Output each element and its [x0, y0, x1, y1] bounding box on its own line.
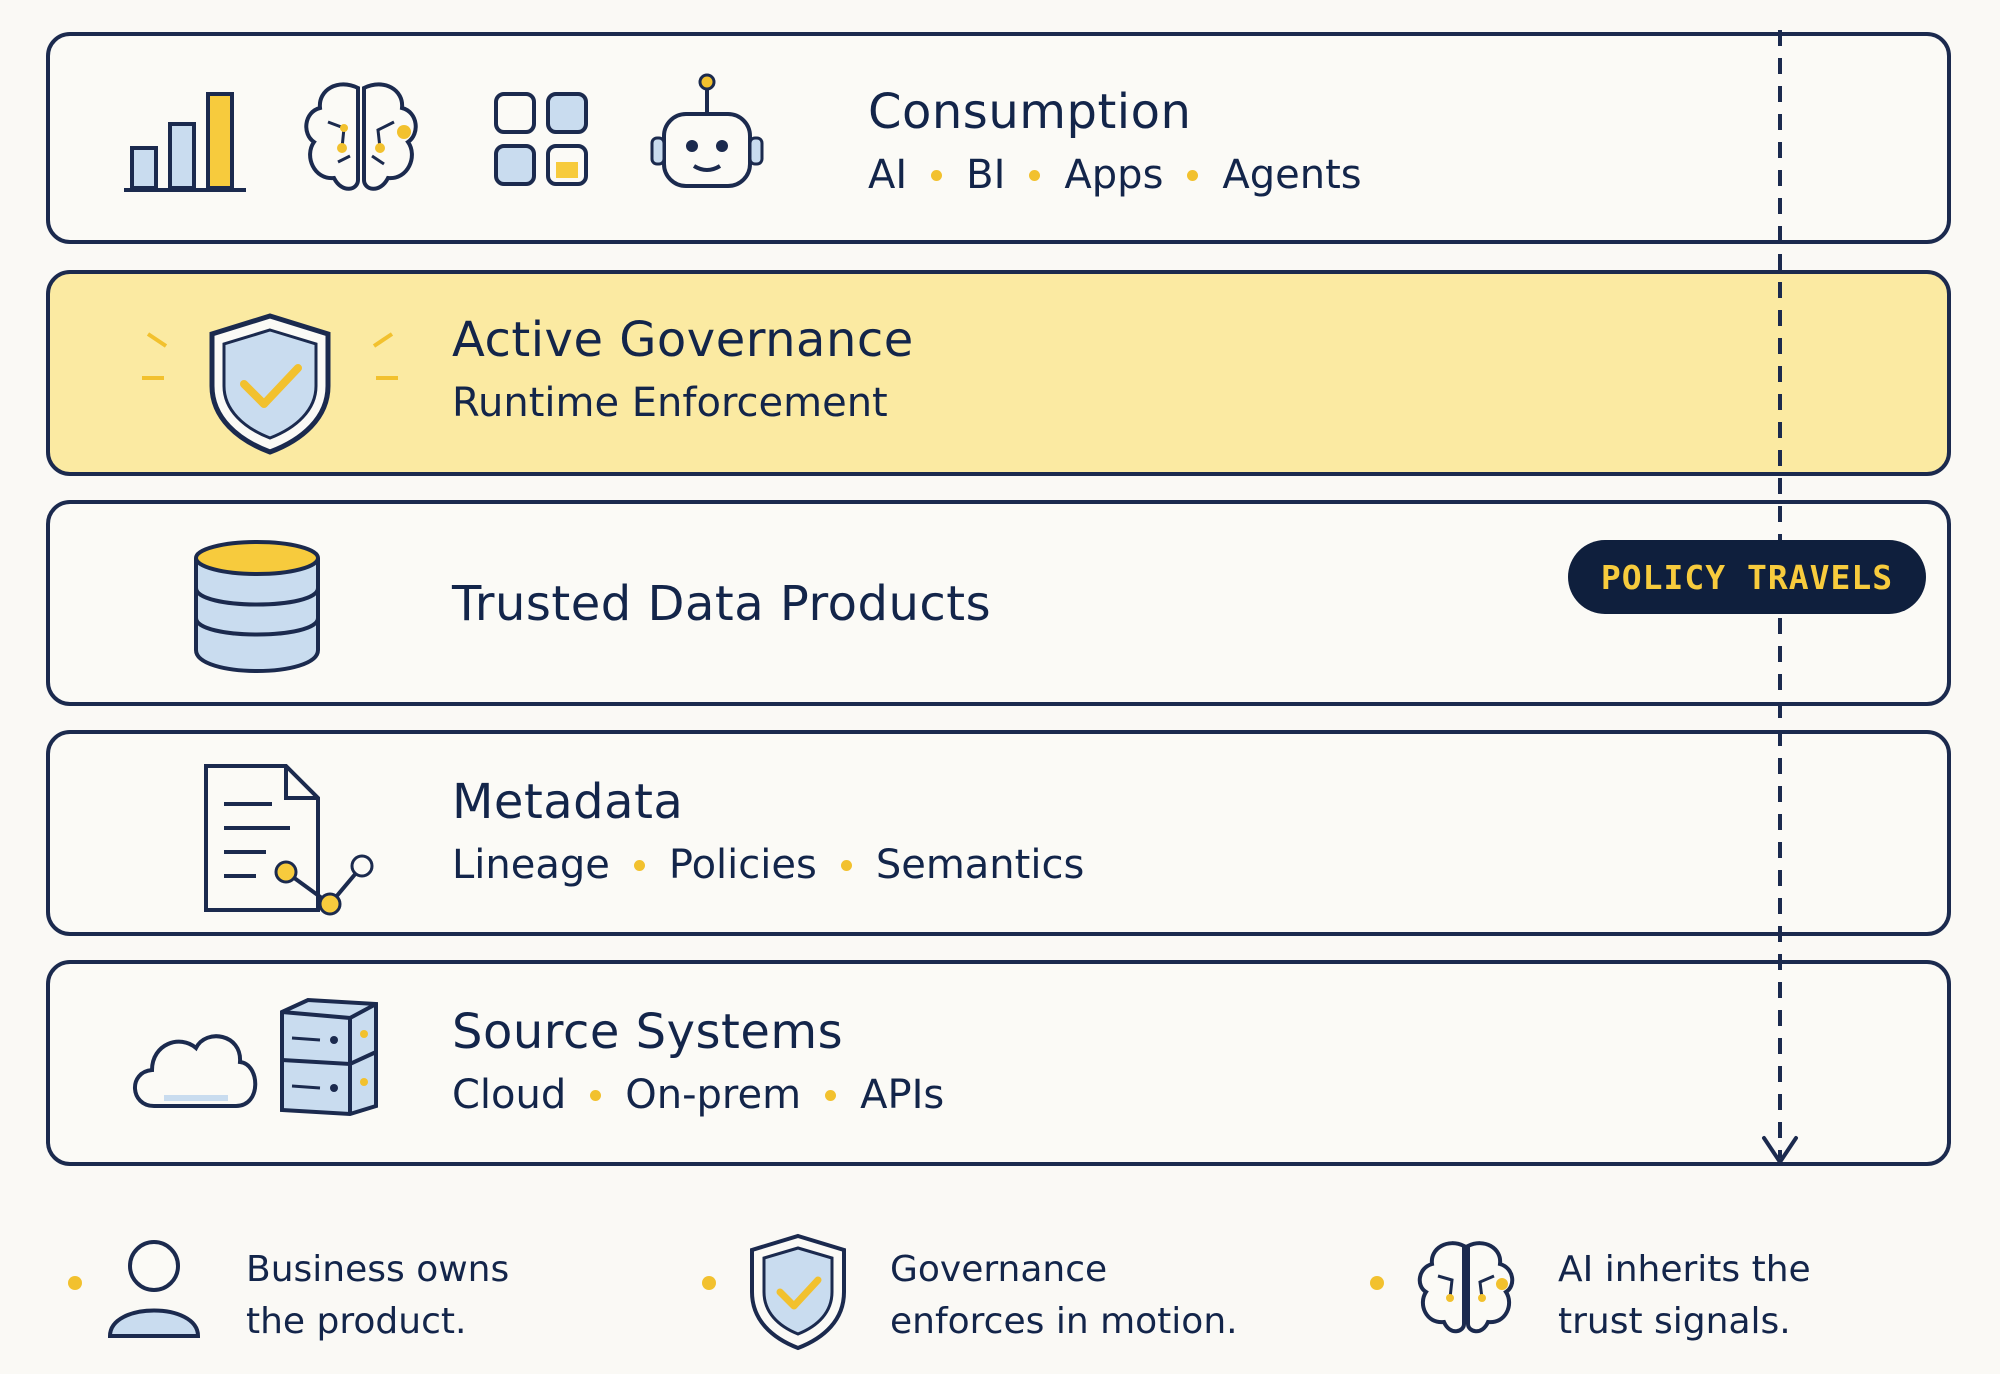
dot-separator — [931, 169, 943, 181]
source-systems-items: Cloud On-prem APIs — [452, 1072, 944, 1118]
active-governance-layer: Active Governance Runtime Enforcement — [46, 270, 1951, 476]
consumption-items: AI BI Apps Agents — [868, 152, 1362, 198]
footer-line: AI inherits the — [1558, 1249, 1811, 1290]
governance-subtitle: Runtime Enforcement — [452, 380, 888, 426]
footer-bullet — [702, 1276, 716, 1290]
metadata-title: Metadata — [452, 774, 684, 830]
database-icon — [194, 540, 320, 673]
footer-line: Governance — [890, 1249, 1108, 1290]
footer-text-governance: Governance enforces in motion. — [890, 1244, 1250, 1348]
item-cloud: Cloud — [452, 1072, 567, 1118]
brain-icon — [304, 82, 418, 191]
dot-separator — [633, 859, 645, 871]
data-products-title: Trusted Data Products — [452, 576, 992, 632]
item-apis: APIs — [860, 1072, 945, 1118]
person-icon — [107, 1240, 201, 1338]
document-lineage-icon — [204, 764, 374, 916]
footer-bullet — [1370, 1276, 1384, 1290]
footer-text-ai: AI inherits the trust signals. — [1558, 1244, 1918, 1348]
item-agents: Agents — [1222, 152, 1362, 198]
footer-line: trust signals. — [1558, 1301, 1791, 1342]
item-semantics: Semantics — [875, 842, 1085, 888]
footer-text-business: Business owns the product. — [246, 1244, 606, 1348]
consumption-layer: Consumption AI BI Apps Agents — [46, 32, 1951, 244]
shield-check-icon — [750, 1233, 846, 1351]
brain-icon — [1417, 1241, 1515, 1334]
footer-line: the product. — [246, 1301, 467, 1342]
metadata-items: Lineage Policies Semantics — [452, 842, 1084, 888]
item-ai: AI — [868, 152, 908, 198]
policy-travels-badge: POLICY TRAVELS — [1568, 540, 1926, 614]
dot-separator — [590, 1089, 602, 1101]
metadata-layer: Metadata Lineage Policies Semantics — [46, 730, 1951, 936]
server-icon — [280, 997, 378, 1117]
bar-chart-icon — [124, 92, 246, 192]
item-apps: Apps — [1064, 152, 1164, 198]
robot-icon — [650, 73, 764, 188]
dot-separator — [840, 859, 852, 871]
source-systems-layer: Source Systems Cloud On-prem APIs — [46, 960, 1951, 1166]
footer-line: Business owns — [246, 1249, 510, 1290]
cloud-icon — [133, 1034, 258, 1108]
dot-separator — [825, 1089, 837, 1101]
governance-title: Active Governance — [452, 312, 914, 368]
dot-separator — [1029, 169, 1041, 181]
footer-line: enforces in motion. — [890, 1301, 1238, 1342]
dot-separator — [1187, 169, 1199, 181]
item-bi: BI — [966, 152, 1006, 198]
shield-check-icon — [142, 313, 398, 455]
apps-grid-icon — [494, 92, 588, 186]
source-systems-title: Source Systems — [452, 1004, 844, 1060]
item-lineage: Lineage — [452, 842, 610, 888]
footer-bullet — [68, 1276, 82, 1290]
item-on-prem: On-prem — [625, 1072, 802, 1118]
item-policies: Policies — [668, 842, 817, 888]
consumption-title: Consumption — [868, 84, 1192, 140]
